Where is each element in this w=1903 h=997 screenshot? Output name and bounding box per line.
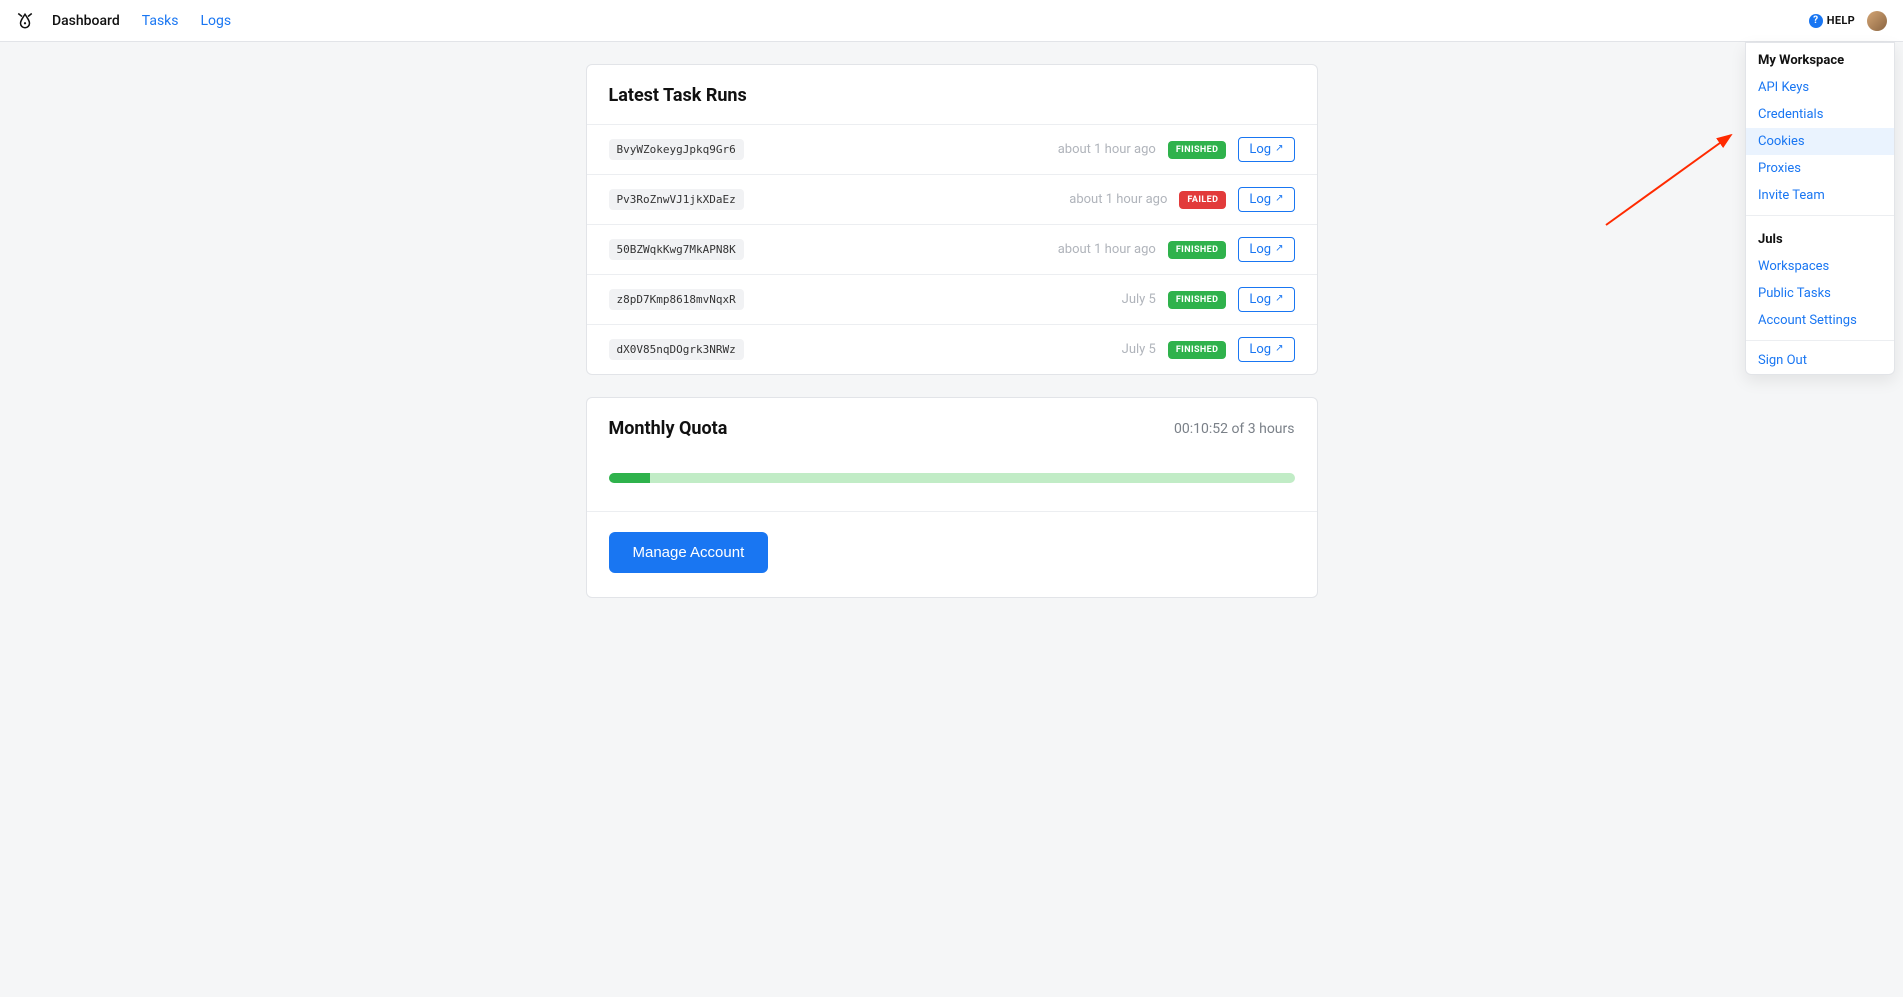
log-button[interactable]: Log ↗	[1238, 287, 1294, 312]
log-button[interactable]: Log ↗	[1238, 237, 1294, 262]
task-id: Pv3RoZnwVJ1jkXDaEz	[609, 189, 744, 210]
nav-dashboard[interactable]: Dashboard	[52, 13, 120, 29]
dropdown-divider	[1746, 340, 1894, 341]
status-badge-finished: FINISHED	[1168, 241, 1227, 259]
quota-progress-fill	[609, 473, 650, 483]
dropdown-item[interactable]: Credentials	[1746, 101, 1894, 128]
dropdown-divider	[1746, 215, 1894, 216]
monthly-quota-title: Monthly Quota	[609, 418, 728, 439]
topbar-right: ? HELP	[1809, 11, 1887, 31]
dropdown-item[interactable]: Public Tasks	[1746, 280, 1894, 307]
dropdown-section-signout-items: Sign Out	[1746, 347, 1894, 374]
log-button-label: Log	[1249, 292, 1271, 307]
dropdown-item[interactable]: Invite Team	[1746, 182, 1894, 209]
dropdown-item[interactable]: Sign Out	[1746, 347, 1894, 374]
dropdown-section-workspace-title: My Workspace	[1746, 43, 1894, 74]
monthly-quota-panel: Monthly Quota 00:10:52 of 3 hours Manage…	[586, 397, 1318, 598]
task-row: Pv3RoZnwVJ1jkXDaEz about 1 hour ago FAILED…	[587, 174, 1317, 224]
external-link-icon: ↗	[1275, 243, 1283, 254]
latest-task-runs-panel: Latest Task Runs BvyWZokeygJpkq9Gr6 about…	[586, 64, 1318, 375]
task-time: about 1 hour ago	[1058, 142, 1156, 157]
help-label: HELP	[1827, 14, 1855, 27]
status-badge-finished: FINISHED	[1168, 341, 1227, 359]
nav-links: Dashboard Tasks Logs	[52, 13, 231, 29]
task-id: 50BZWqkKwg7MkAPN8K	[609, 239, 744, 260]
log-button[interactable]: Log ↗	[1238, 187, 1294, 212]
task-time: about 1 hour ago	[1069, 192, 1167, 207]
status-badge-failed: FAILED	[1179, 191, 1226, 209]
dropdown-item[interactable]: Account Settings	[1746, 307, 1894, 334]
task-row: z8pD7Kmp8618mvNqxR July 5 FINISHED Log ↗	[587, 274, 1317, 324]
help-icon: ?	[1809, 14, 1823, 28]
external-link-icon: ↗	[1275, 193, 1283, 204]
main-content: Latest Task Runs BvyWZokeygJpkq9Gr6 about…	[586, 64, 1318, 598]
task-time: July 5	[1122, 292, 1156, 307]
dropdown-item[interactable]: API Keys	[1746, 74, 1894, 101]
status-badge-finished: FINISHED	[1168, 291, 1227, 309]
task-time: about 1 hour ago	[1058, 242, 1156, 257]
topbar: Dashboard Tasks Logs ? HELP My Workspace…	[0, 0, 1903, 42]
manage-account-button[interactable]: Manage Account	[609, 532, 769, 573]
app-logo	[16, 12, 34, 30]
user-dropdown: My Workspace API KeysCredentialsCookiesP…	[1745, 42, 1895, 375]
quota-usage-text: 00:10:52 of 3 hours	[1174, 421, 1295, 437]
task-row: BvyWZokeygJpkq9Gr6 about 1 hour ago FINISH…	[587, 124, 1317, 174]
annotation-arrow	[1601, 130, 1741, 230]
task-id: dX0V85nqDOgrk3NRWz	[609, 339, 744, 360]
task-row: 50BZWqkKwg7MkAPN8K about 1 hour ago FINISH…	[587, 224, 1317, 274]
help-button[interactable]: ? HELP	[1809, 14, 1855, 28]
task-id: BvyWZokeygJpkq9Gr6	[609, 139, 744, 160]
log-button-label: Log	[1249, 242, 1271, 257]
log-button-label: Log	[1249, 192, 1271, 207]
log-button-label: Log	[1249, 342, 1271, 357]
dropdown-section-workspace-items: API KeysCredentialsCookiesProxiesInvite …	[1746, 74, 1894, 209]
dropdown-item[interactable]: Workspaces	[1746, 253, 1894, 280]
log-button[interactable]: Log ↗	[1238, 337, 1294, 362]
dropdown-section-user-title: Juls	[1746, 222, 1894, 253]
latest-task-runs-title: Latest Task Runs	[609, 85, 747, 106]
task-rows-container: BvyWZokeygJpkq9Gr6 about 1 hour ago FINISH…	[587, 124, 1317, 374]
log-button-label: Log	[1249, 142, 1271, 157]
task-row: dX0V85nqDOgrk3NRWz July 5 FINISHED Log ↗	[587, 324, 1317, 374]
status-badge-finished: FINISHED	[1168, 141, 1227, 159]
task-id: z8pD7Kmp8618mvNqxR	[609, 289, 744, 310]
quota-progress-bar	[609, 473, 1295, 483]
avatar[interactable]	[1867, 11, 1887, 31]
dropdown-item[interactable]: Cookies	[1746, 128, 1894, 155]
dropdown-item[interactable]: Proxies	[1746, 155, 1894, 182]
external-link-icon: ↗	[1275, 293, 1283, 304]
external-link-icon: ↗	[1275, 343, 1283, 354]
log-button[interactable]: Log ↗	[1238, 137, 1294, 162]
nav-logs[interactable]: Logs	[201, 13, 232, 29]
nav-tasks[interactable]: Tasks	[142, 13, 179, 29]
external-link-icon: ↗	[1275, 143, 1283, 154]
dropdown-section-user-items: WorkspacesPublic TasksAccount Settings	[1746, 253, 1894, 334]
task-time: July 5	[1122, 342, 1156, 357]
